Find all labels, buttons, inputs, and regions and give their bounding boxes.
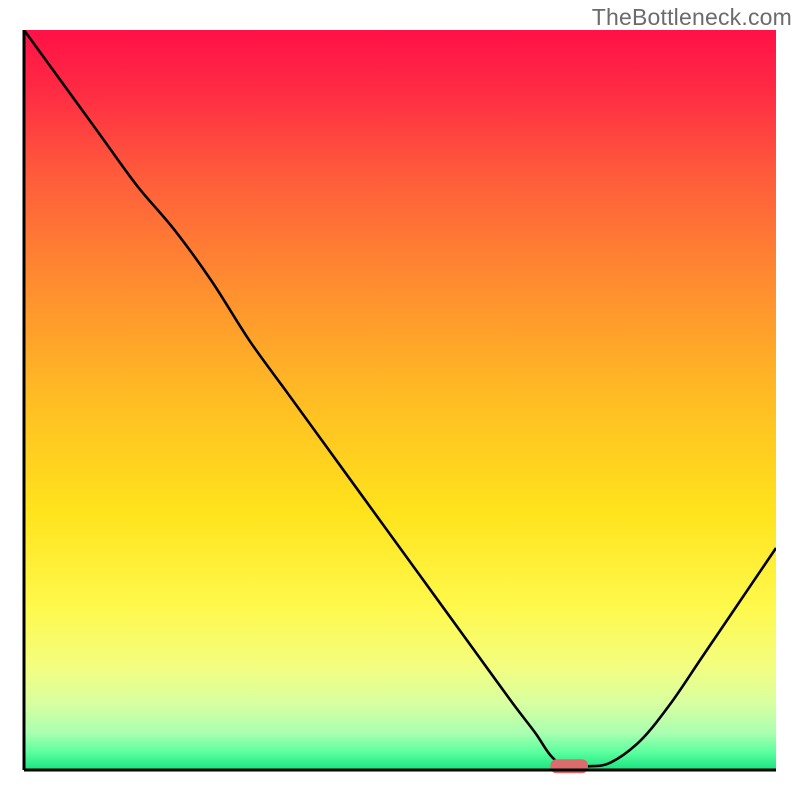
chart-container: TheBottleneck.com <box>0 0 800 800</box>
plot-background <box>24 30 776 770</box>
chart-svg <box>0 0 800 800</box>
